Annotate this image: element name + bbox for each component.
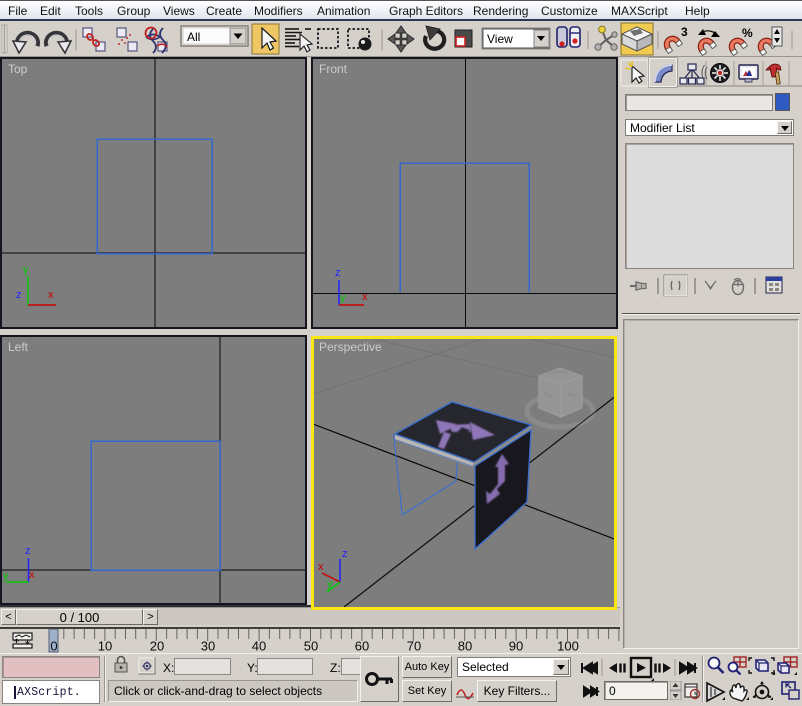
- svg-text:x: x: [29, 569, 35, 581]
- svg-text:0: 0: [50, 639, 57, 654]
- svg-text:z: z: [335, 267, 341, 279]
- svg-text:70: 70: [407, 639, 421, 654]
- svg-text:60: 60: [355, 639, 369, 654]
- svg-text:View: View: [487, 32, 513, 46]
- svg-text:x: x: [318, 561, 324, 573]
- svg-text:z: z: [16, 289, 22, 301]
- svg-text:y: y: [340, 292, 346, 304]
- svg-text:10: 10: [98, 639, 112, 654]
- svg-text:%: %: [742, 26, 753, 40]
- svg-text:30: 30: [201, 639, 215, 654]
- svg-text:z: z: [25, 545, 31, 557]
- svg-text:y: y: [3, 570, 9, 582]
- svg-text:z: z: [342, 548, 348, 560]
- svg-text:80: 80: [458, 639, 472, 654]
- svg-text:3: 3: [681, 25, 688, 39]
- svg-text:All: All: [187, 30, 200, 44]
- svg-text:100: 100: [557, 639, 579, 654]
- svg-text:x: x: [48, 289, 54, 301]
- svg-text:90: 90: [509, 639, 523, 654]
- svg-text:x: x: [362, 291, 368, 303]
- svg-text:50: 50: [304, 639, 318, 654]
- svg-text:20: 20: [150, 639, 164, 654]
- svg-text:40: 40: [252, 639, 266, 654]
- svg-text:y: y: [23, 264, 29, 276]
- svg-text:y: y: [327, 578, 333, 590]
